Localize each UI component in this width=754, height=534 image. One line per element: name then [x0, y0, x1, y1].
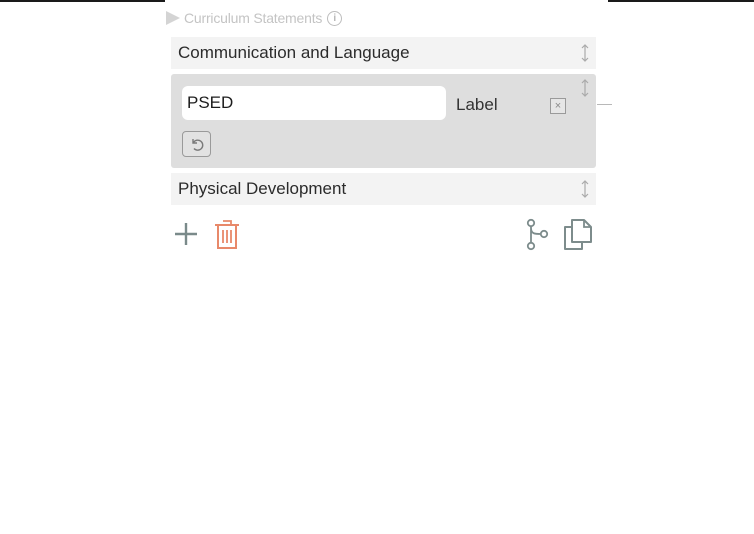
top-divider-gap — [165, 0, 608, 2]
edit-item-panel: Label × — [171, 74, 596, 168]
branch-button[interactable] — [522, 216, 552, 252]
info-icon[interactable]: i — [327, 10, 343, 26]
add-button[interactable] — [171, 216, 201, 252]
branch-icon — [526, 218, 549, 251]
copy-button[interactable] — [561, 216, 595, 252]
label-input[interactable] — [182, 86, 446, 120]
drag-handle-icon[interactable] — [580, 43, 590, 63]
list-item[interactable]: Physical Development — [171, 173, 596, 205]
close-box-icon[interactable]: × — [550, 98, 566, 114]
caret-right-icon[interactable] — [166, 11, 180, 25]
item-toolbar — [171, 216, 599, 256]
trash-icon — [215, 220, 239, 249]
drag-handle-icon[interactable] — [580, 78, 590, 98]
undo-button[interactable] — [182, 131, 211, 157]
copy-icon — [564, 219, 592, 250]
section-header[interactable]: Curriculum Statements i — [166, 8, 343, 28]
section-title: Curriculum Statements — [184, 10, 323, 26]
field-label: Label — [456, 95, 498, 114]
list-item[interactable]: Communication and Language — [171, 37, 596, 69]
plus-icon — [175, 223, 197, 245]
undo-icon — [191, 139, 203, 151]
connector-line — [597, 104, 612, 105]
list-item-label: Physical Development — [178, 179, 347, 198]
drag-handle-icon[interactable] — [580, 179, 590, 199]
list-item-label: Communication and Language — [178, 43, 410, 62]
delete-button[interactable] — [211, 216, 243, 252]
